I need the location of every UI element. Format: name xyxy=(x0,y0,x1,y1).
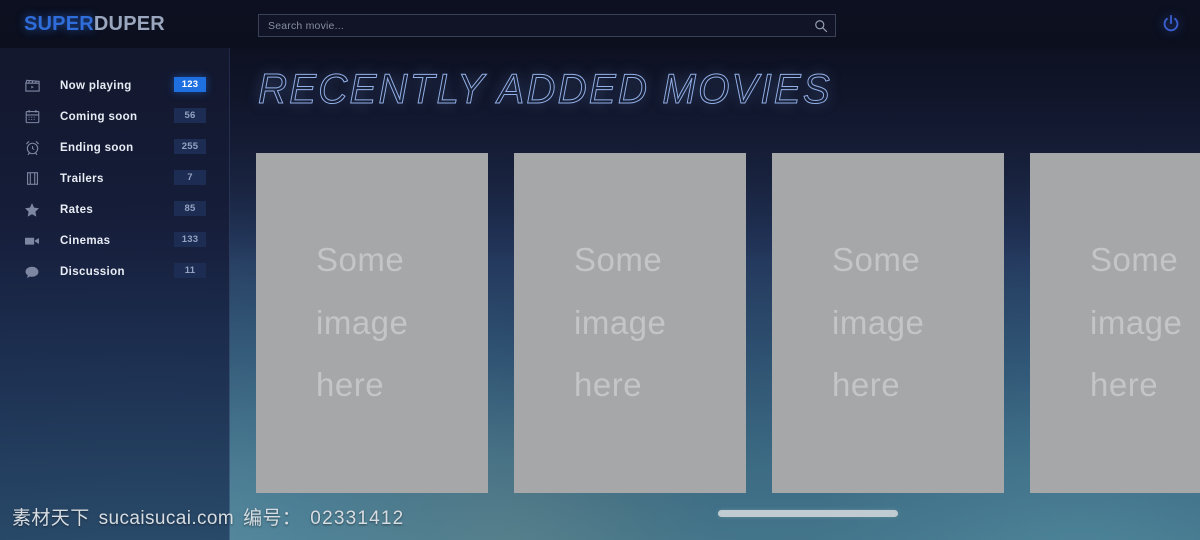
watermark-id-label: 编号： xyxy=(243,508,302,529)
sidebar-item-trailers[interactable]: Trailers 7 xyxy=(0,163,230,194)
movie-card-placeholder-text: Some image here xyxy=(574,240,667,404)
movie-card[interactable]: Some image here xyxy=(772,153,1004,493)
sidebar-item-badge: 255 xyxy=(174,139,206,154)
sidebar-item-badge: 11 xyxy=(174,263,206,278)
movie-card[interactable]: Some image here xyxy=(1030,153,1200,493)
watermark-site-cn: 素材天下 xyxy=(12,508,90,529)
page-title: RECENTLY ADDED MOVIES xyxy=(258,65,832,112)
sidebar-item-label: Now playing xyxy=(60,79,132,92)
watermark-site-url: sucaisucai.com xyxy=(98,508,235,529)
power-icon[interactable] xyxy=(1160,13,1182,35)
search-icon[interactable] xyxy=(814,19,828,33)
video-camera-icon xyxy=(22,231,42,251)
search-input[interactable] xyxy=(268,15,788,36)
sidebar-item-cinemas[interactable]: Cinemas 133 xyxy=(0,225,230,256)
movie-card-list: Some image here Some image here Some ima… xyxy=(256,153,1200,493)
film-strip-icon xyxy=(22,169,42,189)
sidebar: Now playing 123 Coming soon 56 Ending so… xyxy=(0,48,230,540)
sidebar-item-ending-soon[interactable]: Ending soon 255 xyxy=(0,132,230,163)
app-root: SUPERDUPER Search movie... Now playing 1… xyxy=(0,0,1200,540)
sidebar-item-coming-soon[interactable]: Coming soon 56 xyxy=(0,101,230,132)
sidebar-item-discussion[interactable]: Discussion 11 xyxy=(0,256,230,287)
top-header-bar: SUPERDUPER xyxy=(0,0,1200,48)
sidebar-item-rates[interactable]: Rates 85 xyxy=(0,194,230,225)
movie-card-placeholder-text: Some image here xyxy=(832,240,925,404)
logo-secondary-text: DUPER xyxy=(93,13,165,35)
clapperboard-icon xyxy=(22,76,42,96)
sidebar-item-label: Coming soon xyxy=(60,110,138,123)
movie-card[interactable]: Some image here xyxy=(514,153,746,493)
sidebar-item-badge: 133 xyxy=(174,232,206,247)
app-logo[interactable]: SUPERDUPER xyxy=(24,13,165,36)
logo-primary-text: SUPER xyxy=(24,13,94,35)
sidebar-item-now-playing[interactable]: Now playing 123 xyxy=(0,70,230,101)
movie-card[interactable]: Some image here xyxy=(256,153,488,493)
sidebar-item-badge: 123 xyxy=(174,77,206,92)
sidebar-item-label: Cinemas xyxy=(60,234,111,247)
sidebar-item-badge: 7 xyxy=(174,170,206,185)
speech-bubble-icon xyxy=(22,262,42,282)
star-icon xyxy=(22,200,42,220)
movie-card-placeholder-text: Some image here xyxy=(1090,240,1183,404)
sidebar-item-label: Trailers xyxy=(60,172,104,185)
search-bar[interactable] xyxy=(258,14,836,37)
watermark-id-value: 02331412 xyxy=(310,508,405,529)
alarm-clock-icon xyxy=(22,138,42,158)
sidebar-nav: Now playing 123 Coming soon 56 Ending so… xyxy=(0,70,230,287)
calendar-icon xyxy=(22,107,42,127)
sidebar-item-label: Rates xyxy=(60,203,94,216)
sidebar-item-label: Discussion xyxy=(60,265,125,278)
sidebar-item-badge: 85 xyxy=(174,201,206,216)
sidebar-item-badge: 56 xyxy=(174,108,206,123)
sidebar-item-label: Ending soon xyxy=(60,141,134,154)
main-content: RECENTLY ADDED MOVIES Some image here So… xyxy=(230,48,1200,540)
horizontal-scrollbar-thumb[interactable] xyxy=(718,510,898,517)
watermark: 素材天下 sucaisucai.com 编号： 02331412 xyxy=(12,503,404,530)
movie-card-placeholder-text: Some image here xyxy=(316,240,409,404)
